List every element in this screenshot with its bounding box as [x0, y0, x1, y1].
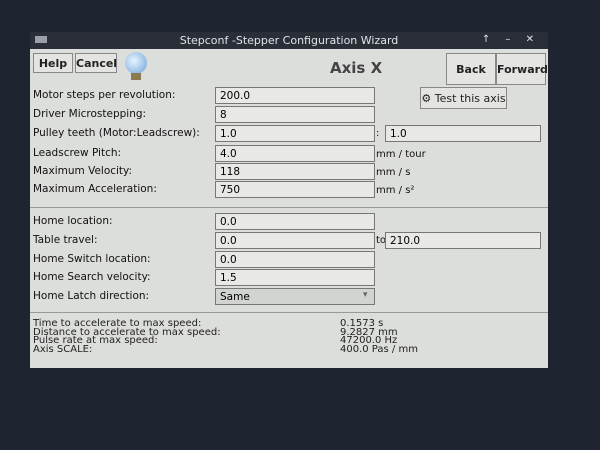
- field-input[interactable]: 750: [215, 181, 375, 198]
- field-input[interactable]: 200.0: [215, 87, 375, 104]
- test-axis-label: Test this axis: [434, 92, 506, 105]
- forward-button[interactable]: Forward: [496, 53, 548, 85]
- home-label: Home Search velocity:: [33, 271, 151, 283]
- home-label: Home location:: [33, 215, 113, 227]
- divider: [30, 312, 548, 313]
- field-input[interactable]: 1.0: [215, 125, 375, 142]
- home-input-secondary[interactable]: 210.0: [385, 232, 541, 249]
- home-label: Home Latch direction:: [33, 290, 150, 302]
- home-label: Home Switch location:: [33, 253, 151, 265]
- field-label: Maximum Acceleration:: [33, 183, 157, 195]
- field-label: Maximum Velocity:: [33, 165, 133, 177]
- unit-label: mm / tour: [376, 149, 426, 160]
- info-value: 400.0 Pas / mm: [340, 343, 418, 355]
- unit-label: mm / s²: [376, 185, 415, 196]
- field-input[interactable]: 4.0: [215, 145, 375, 162]
- title-bar: Stepconf -Stepper Configuration Wizard ↑…: [30, 32, 548, 49]
- cancel-button[interactable]: Cancel: [75, 53, 117, 73]
- dropdown-arrow-icon[interactable]: ▾: [363, 290, 368, 300]
- help-button[interactable]: Help: [33, 53, 73, 73]
- window-controls[interactable]: ↑ – ✕: [482, 34, 540, 45]
- field-label: Driver Microstepping:: [33, 108, 147, 120]
- home-latch-direction-select[interactable]: Same: [215, 288, 375, 305]
- home-label: Table travel:: [33, 234, 98, 246]
- field-input-secondary[interactable]: 1.0: [385, 125, 541, 142]
- page-title: Axis X: [330, 59, 383, 77]
- field-label: Leadscrew Pitch:: [33, 147, 122, 159]
- info-label: Axis SCALE:: [33, 343, 93, 355]
- field-label: Motor steps per revolution:: [33, 89, 176, 101]
- gear-icon: ⚙: [421, 92, 432, 105]
- home-input[interactable]: 0.0: [215, 213, 375, 230]
- window-title: Stepconf -Stepper Configuration Wizard: [179, 34, 399, 47]
- divider: [30, 207, 548, 208]
- home-input[interactable]: 1.5: [215, 269, 375, 286]
- test-axis-button[interactable]: ⚙ Test this axis: [420, 87, 507, 109]
- field-input[interactable]: 8: [215, 106, 375, 123]
- home-input[interactable]: 0.0: [215, 251, 375, 268]
- back-button[interactable]: Back: [446, 53, 496, 85]
- home-input[interactable]: 0.0: [215, 232, 375, 249]
- stepconf-window: Stepconf -Stepper Configuration Wizard ↑…: [30, 32, 548, 368]
- separator-label: :: [376, 128, 380, 139]
- field-input[interactable]: 118: [215, 163, 375, 180]
- lightbulb-icon: [125, 52, 147, 74]
- lightbulb-base: [131, 73, 141, 80]
- field-label: Pulley teeth (Motor:Leadscrew):: [33, 127, 200, 139]
- unit-label: mm / s: [376, 167, 411, 178]
